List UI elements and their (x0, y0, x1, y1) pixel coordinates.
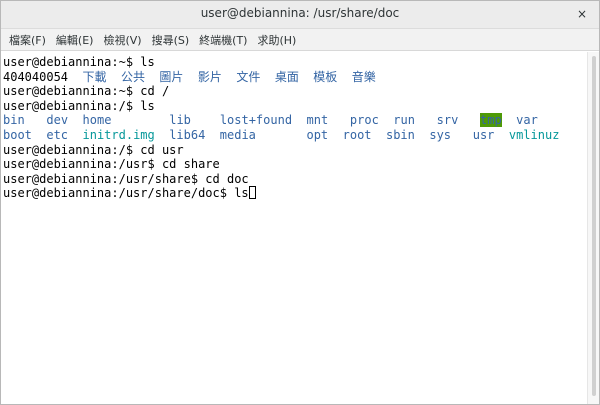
terminal-window: user@debiannina: /usr/share/doc × 檔案(F) … (0, 0, 600, 405)
ls-dir-entry-sticky: tmp (480, 113, 502, 128)
terminal-line: user@debiannina:~$ cd / (3, 84, 587, 99)
text-cursor (248, 186, 256, 200)
terminal-line: 404040054 下載 公共 圖片 影片 文件 桌面 模板 音樂 (3, 70, 587, 85)
ls-dir-entry: lib (169, 113, 191, 128)
terminal-line: user@debiannina:/usr$ cd share (3, 157, 587, 172)
terminal-scrollbar[interactable] (587, 52, 599, 404)
ls-dir-entry: lib64 (169, 127, 206, 142)
ls-dir-entry: 文件 (236, 69, 261, 84)
ls-dir-entry: 音樂 (351, 69, 376, 84)
ls-dir-entry: var (516, 113, 538, 128)
command-line: user@debiannina:/usr$ cd share (3, 157, 220, 172)
ls-dir-entry: sbin (385, 127, 415, 142)
command-line: user@debiannina:~$ ls (3, 55, 155, 69)
command-line: user@debiannina:/usr/share$ cd doc (3, 171, 249, 186)
terminal-line: boot etc initrd.img lib64 media opt root… (3, 128, 587, 143)
command-line: user@debiannina:/$ ls (3, 98, 155, 113)
ls-dir-entry: 公共 (120, 69, 145, 84)
ls-link-entry: vmlinuz (508, 127, 560, 142)
ls-dir-entry: run (393, 113, 415, 128)
menu-file[interactable]: 檔案(F) (5, 30, 50, 50)
ls-dir-entry: 圖片 (159, 69, 184, 84)
ls-entry: 404040054 (3, 69, 69, 84)
close-button[interactable]: × (573, 5, 591, 23)
terminal-line: user@debiannina:~$ ls (3, 55, 587, 70)
menu-search[interactable]: 搜尋(S) (148, 30, 194, 50)
command-line: user@debiannina:/$ cd usr (3, 142, 184, 157)
ls-dir-entry: media (219, 127, 256, 142)
title-bar[interactable]: user@debiannina: /usr/share/doc × (1, 1, 599, 29)
terminal-line: user@debiannina:/usr/share$ cd doc (3, 172, 587, 187)
ls-dir-entry: mnt (306, 113, 329, 128)
menu-help[interactable]: 求助(H) (253, 30, 300, 50)
ls-dir-entry: srv (436, 113, 459, 128)
ls-dir-entry: dev (46, 113, 69, 128)
ls-dir-entry: home (82, 113, 112, 128)
menu-edit[interactable]: 編輯(E) (52, 30, 98, 50)
ls-link-entry: initrd.img (82, 127, 155, 142)
ls-dir-entry: lost+found (219, 113, 293, 128)
ls-dir-entry: etc (46, 127, 69, 142)
scrollbar-thumb[interactable] (592, 56, 596, 396)
terminal-line: bin dev home lib lost+found mnt proc run… (3, 113, 587, 128)
command-line: user@debiannina:/usr/share/doc$ ls (3, 186, 249, 201)
terminal-output[interactable]: user@debiannina:~$ ls 404040054 下載 公共 圖片 … (1, 52, 587, 404)
ls-dir-entry: bin (3, 113, 25, 128)
ls-dir-entry: 影片 (197, 69, 222, 84)
ls-dir-entry: 模板 (313, 69, 338, 84)
ls-dir-entry: proc (349, 113, 379, 128)
ls-dir-entry: usr (472, 127, 495, 142)
menu-bar: 檔案(F) 編輯(E) 檢視(V) 搜尋(S) 終端機(T) 求助(H) (1, 29, 599, 51)
ls-dir-entry: sys (429, 127, 452, 142)
menu-terminal[interactable]: 終端機(T) (195, 30, 251, 50)
ls-dir-entry: boot (3, 127, 32, 142)
terminal-line: user@debiannina:/$ ls (3, 99, 587, 114)
terminal-line: user@debiannina:/$ cd usr (3, 143, 587, 158)
command-line: user@debiannina:~$ cd / (3, 84, 170, 99)
ls-dir-entry: 下載 (82, 69, 107, 84)
ls-dir-entry: opt (306, 127, 329, 142)
ls-dir-entry: root (342, 127, 372, 142)
menu-view[interactable]: 檢視(V) (99, 30, 145, 50)
ls-dir-entry: 桌面 (274, 69, 299, 84)
terminal-line: user@debiannina:/usr/share/doc$ ls (3, 186, 587, 201)
window-title: user@debiannina: /usr/share/doc (200, 6, 400, 20)
